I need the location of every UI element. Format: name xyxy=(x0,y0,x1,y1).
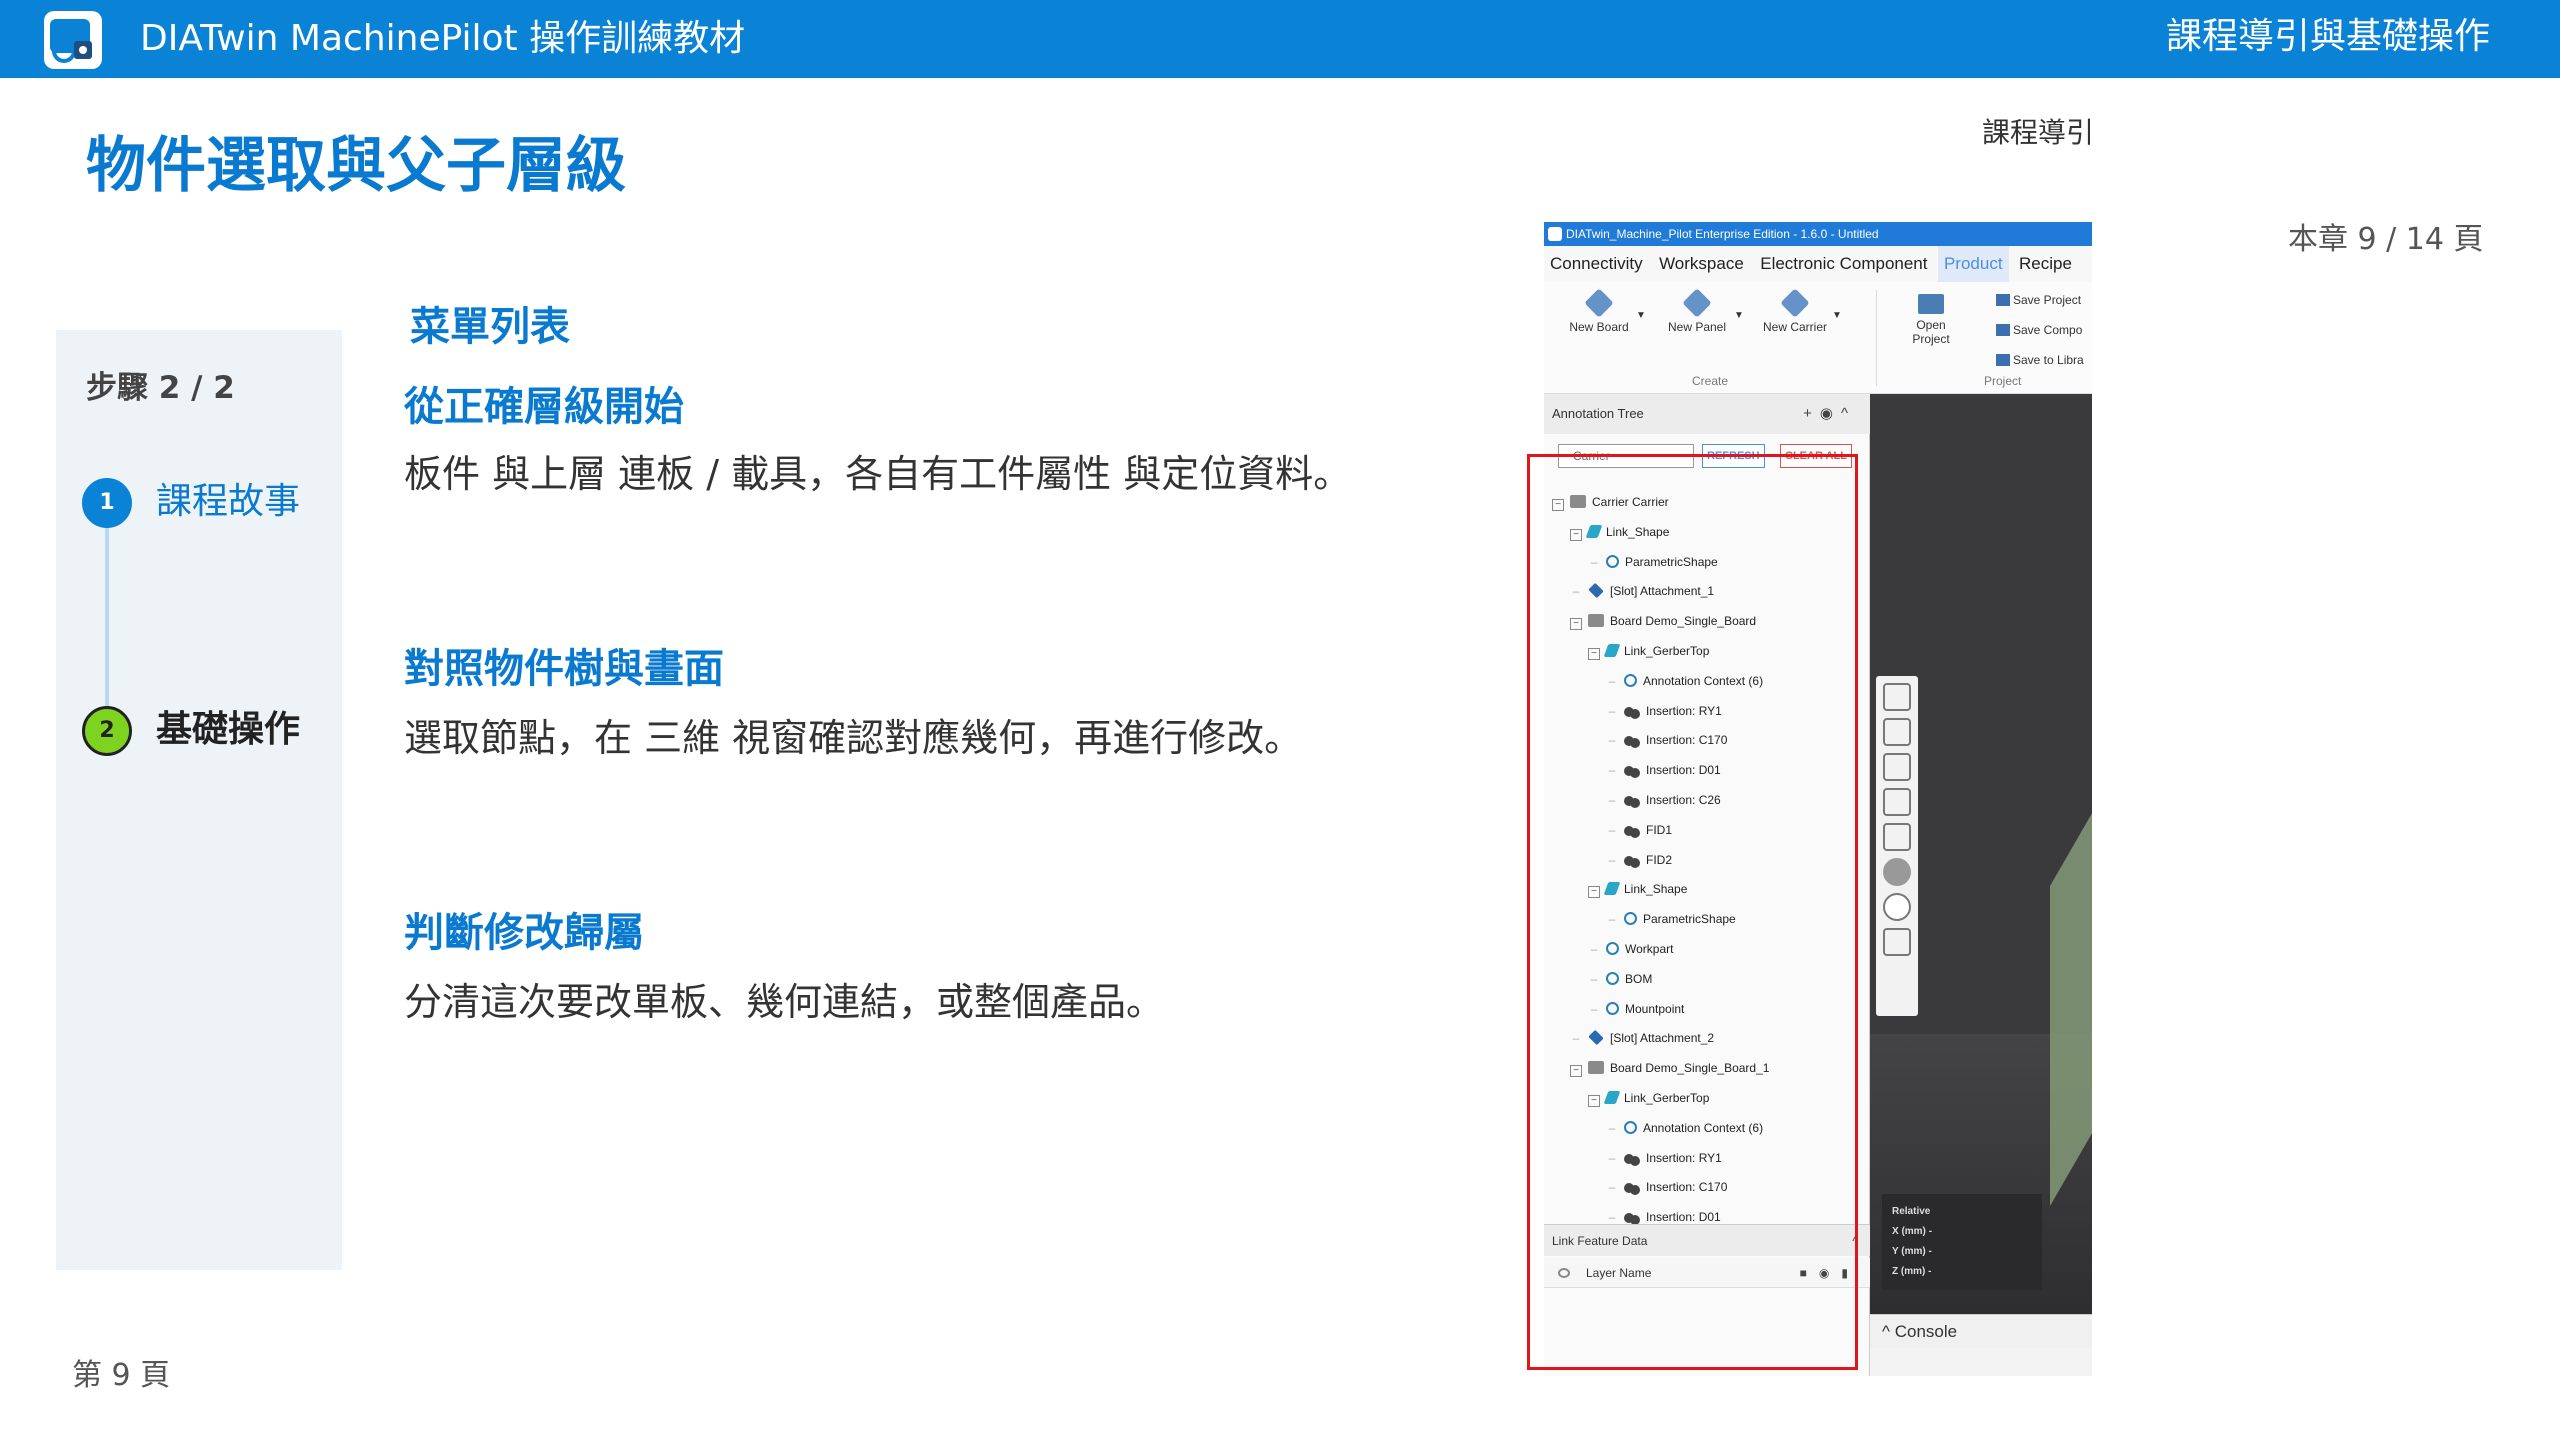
coord-z-label: Z (mm) xyxy=(1892,1266,1926,1277)
step-2-label[interactable]: 基礎操作 xyxy=(156,708,300,752)
coord-x-label: X (mm) xyxy=(1892,1226,1926,1237)
carrier-cube-icon xyxy=(1780,288,1810,318)
zoom-icon[interactable] xyxy=(1883,753,1911,781)
open-project-button[interactable]: Open Project xyxy=(1896,282,1966,346)
block-body-3: 分清這次要改單板、幾何連結，或整個產品。 xyxy=(404,980,1165,1024)
new-board-caret-icon[interactable]: ▼ xyxy=(1636,310,1646,321)
steps-panel: 步驟 2 / 2 1 課程故事 2 基礎操作 xyxy=(56,330,342,1270)
console-label: Console xyxy=(1894,1322,1958,1341)
app-window-icon xyxy=(1548,227,1562,241)
app-window-titlebar: DIATwin_Machine_Pilot Enterprise Edition… xyxy=(1544,222,2092,246)
panel-cube-icon xyxy=(1682,288,1712,318)
eye-icon[interactable]: ◉ xyxy=(1820,405,1841,422)
new-panel-label: New Panel xyxy=(1667,320,1727,334)
console-bar[interactable]: ^ Console xyxy=(1870,1314,2092,1348)
top-bar: DIATwin MachinePilot 操作訓練教材 課程導引與基礎操作 xyxy=(0,0,2560,78)
menu-heading: 菜單列表 xyxy=(410,304,570,350)
open-project-label: Open Project xyxy=(1912,318,1950,346)
app-ribbon: New Board ▼ New Panel ▼ New Carrier ▼ Cr… xyxy=(1544,282,2092,394)
axes-icon[interactable] xyxy=(1883,823,1911,851)
highlight-frame xyxy=(1527,454,1858,1370)
new-panel-caret-icon[interactable]: ▼ xyxy=(1734,310,1744,321)
breadcrumb[interactable]: 課程導引 xyxy=(1982,116,2094,150)
menu-recipe[interactable]: Recipe xyxy=(2013,246,2078,282)
chevron-up-icon[interactable]: ^ xyxy=(1882,1322,1890,1341)
annotation-tree-header: Annotation Tree +◉^ xyxy=(1544,394,1870,434)
save-icon xyxy=(1996,294,2010,306)
viewport-toolbar xyxy=(1876,676,1918,1016)
sphere-shading-icon[interactable] xyxy=(1883,858,1911,886)
board-cube-icon xyxy=(1584,288,1614,318)
coord-x: X (mm) - xyxy=(1892,1222,2032,1242)
menu-connectivity[interactable]: Connectivity xyxy=(1544,246,1649,282)
block-body-2: 選取節點，在 三維 視窗確認對應幾何，再進行修改。 xyxy=(404,716,1303,760)
ribbon-group-create: Create xyxy=(1692,374,1729,388)
menu-workspace[interactable]: Workspace xyxy=(1653,246,1750,282)
save-component-button[interactable]: Save Compo xyxy=(1996,322,2082,338)
steps-caption: 步驟 2 / 2 xyxy=(86,370,235,406)
new-board-button[interactable]: New Board xyxy=(1564,282,1634,334)
block-heading-3: 判斷修改歸屬 xyxy=(404,910,644,956)
new-carrier-caret-icon[interactable]: ▼ xyxy=(1832,310,1842,321)
coord-y: Y (mm) - xyxy=(1892,1242,2032,1262)
save-to-library-button[interactable]: Save to Libra xyxy=(1996,352,2084,368)
save-project-label: Save Project xyxy=(2013,293,2082,307)
save-icon xyxy=(1996,354,2010,366)
step-2-badge[interactable]: 2 xyxy=(82,706,132,756)
new-carrier-button[interactable]: New Carrier xyxy=(1760,282,1830,334)
page-title: 物件選取與父子層級 xyxy=(86,131,626,201)
new-carrier-label: New Carrier xyxy=(1762,320,1827,334)
folder-icon xyxy=(1918,294,1944,314)
coord-x-value: - xyxy=(1928,1226,1933,1237)
block-heading-1: 從正確層級開始 xyxy=(404,384,684,430)
orbit-icon[interactable] xyxy=(1883,893,1911,921)
block-heading-2: 對照物件樹與畫面 xyxy=(404,646,724,692)
coord-y-label: Y (mm) xyxy=(1892,1246,1926,1257)
step-1-label[interactable]: 課程故事 xyxy=(156,480,300,524)
coord-z: Z (mm) - xyxy=(1892,1262,2032,1282)
grid-icon[interactable] xyxy=(1883,788,1911,816)
save-project-button[interactable]: Save Project xyxy=(1996,292,2081,308)
block-body-1: 板件 與上層 連板 / 載具，各自有工件屬性 與定位資料。 xyxy=(404,452,1352,496)
3d-viewport[interactable]: Relative X (mm) - Y (mm) - Z (mm) - xyxy=(1870,394,2092,1314)
coordinate-readout: Relative X (mm) - Y (mm) - Z (mm) - xyxy=(1882,1194,2042,1290)
app-logo-icon xyxy=(44,11,102,69)
coord-z-value: - xyxy=(1928,1266,1932,1277)
save-icon xyxy=(1996,324,2010,336)
ribbon-separator xyxy=(1876,290,1877,386)
app-title: DIATwin MachinePilot 操作訓練教材 xyxy=(140,18,746,59)
menu-electronic-component[interactable]: Electronic Component xyxy=(1754,246,1933,282)
focus-selection-icon[interactable] xyxy=(1883,718,1911,746)
app-menubar: Connectivity Workspace Electronic Compon… xyxy=(1544,246,2092,282)
annotation-tree-title: Annotation Tree xyxy=(1552,406,1644,421)
menu-product[interactable]: Product xyxy=(1937,246,2009,282)
tree-header-actions[interactable]: +◉^ xyxy=(1803,394,1856,434)
chapter-page-counter: 本章 9 / 14 頁 xyxy=(2288,222,2484,257)
collapse-icon[interactable]: ^ xyxy=(1841,405,1856,422)
save-to-library-label: Save to Libra xyxy=(2013,353,2084,367)
add-icon[interactable]: + xyxy=(1803,405,1820,422)
new-panel-button[interactable]: New Panel xyxy=(1662,282,1732,334)
viewport-model[interactable] xyxy=(2050,782,2092,1206)
coord-y-value: - xyxy=(1928,1246,1932,1257)
step-1-badge[interactable]: 1 xyxy=(82,478,132,528)
ribbon-group-project: Project xyxy=(1984,374,2022,388)
page-number: 第 9 頁 xyxy=(72,1358,171,1393)
coord-title: Relative xyxy=(1892,1206,1931,1217)
fit-view-icon[interactable] xyxy=(1883,683,1911,711)
frame-icon[interactable] xyxy=(1883,928,1911,956)
save-component-label: Save Compo xyxy=(2013,323,2083,337)
new-board-label: New Board xyxy=(1569,320,1629,334)
section-title: 課程導引與基礎操作 xyxy=(2165,16,2490,57)
app-window-title: DIATwin_Machine_Pilot Enterprise Edition… xyxy=(1566,227,1879,241)
steps-connector xyxy=(105,520,109,735)
